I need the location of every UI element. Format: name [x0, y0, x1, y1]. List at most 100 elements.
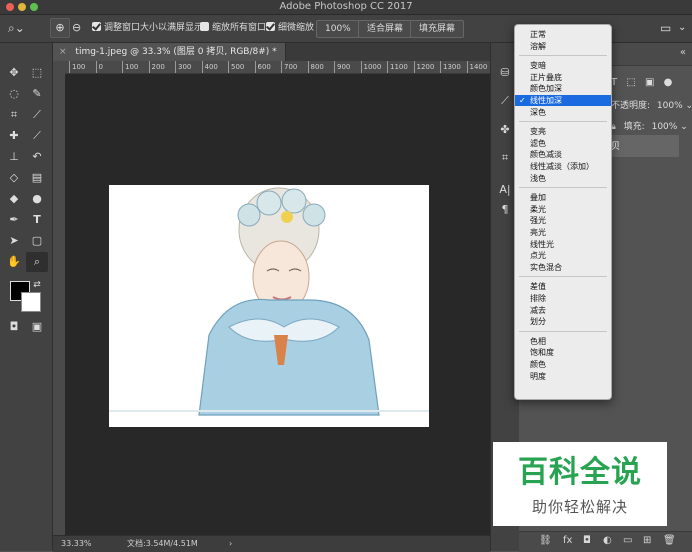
pen-tool-icon[interactable]: ✒ [3, 210, 25, 230]
scrubby-zoom-checkbox[interactable] [266, 22, 275, 31]
blend-mode-item[interactable]: 线性减淡（添加） [515, 161, 611, 172]
blend-mode-label: 饱和度 [530, 348, 554, 358]
filter-toggle-icon[interactable]: ● [664, 77, 673, 88]
status-menu-arrow-icon[interactable]: › [229, 536, 232, 552]
filter-smart-object-icon[interactable]: ▣ [645, 77, 654, 88]
path-selection-tool-icon[interactable]: ➤ [3, 231, 25, 251]
zoom-all-windows-label: 缩放所有窗口 [212, 23, 267, 33]
close-tab-icon[interactable]: × [59, 47, 67, 57]
blend-mode-item[interactable]: 点光 [515, 250, 611, 261]
clone-stamp-tool-icon[interactable]: ⊥ [3, 147, 25, 167]
adjustment-layer-icon[interactable]: ◐ [603, 535, 612, 546]
delete-layer-icon[interactable]: 🗑︎ [663, 535, 676, 546]
layer-style-icon[interactable]: fx [563, 535, 572, 546]
rectangle-tool-icon[interactable]: ▢ [26, 231, 48, 251]
layer-mask-icon[interactable]: ◘ [583, 535, 591, 546]
brush-settings-icon[interactable]: ⟋ [494, 91, 516, 111]
swap-colors-icon[interactable]: ⇄ [26, 275, 48, 295]
type-tool-icon[interactable]: T [26, 210, 48, 230]
zoom-all-windows-checkbox[interactable] [200, 22, 209, 31]
eraser-tool-icon[interactable]: ◇ [3, 168, 25, 188]
opacity-dropdown-icon[interactable]: ⌄ [686, 101, 692, 111]
dodge-tool-icon[interactable]: ● [26, 189, 48, 209]
character-panel-icon[interactable]: A| [494, 180, 516, 200]
zoom-in-icon[interactable]: ⊕ [50, 18, 70, 38]
screen-mode-icon[interactable]: ▣ [26, 317, 48, 337]
zoom-all-windows-option[interactable]: 缩放所有窗口 [200, 20, 266, 36]
blend-mode-item[interactable]: 颜色 [515, 359, 611, 370]
menu-separator [519, 276, 607, 278]
crop-tool-icon[interactable]: ⌗ [3, 105, 25, 125]
blend-mode-item[interactable]: 亮光 [515, 227, 611, 238]
blend-mode-item[interactable]: 正常 [515, 29, 611, 40]
blend-mode-label: 线性加深 [530, 96, 562, 105]
zoom-100-button[interactable]: 100% [316, 20, 360, 38]
resize-windows-checkbox[interactable] [92, 22, 101, 31]
layers-panel-footer: ⛓ fx ◘ ◐ ▭ ⊞ 🗑︎ [519, 531, 692, 552]
blend-mode-item[interactable]: 明度 [515, 371, 611, 382]
blend-mode-item[interactable]: 饱和度 [515, 347, 611, 358]
document-tab-title: timg-1.jpeg @ 33.3% (图层 0 拷贝, RGB/8#) * [75, 47, 277, 57]
canvas-image[interactable] [109, 185, 429, 427]
blend-mode-item[interactable]: 排除 [515, 293, 611, 304]
horizontal-ruler[interactable]: 100 0 100 200 300 400 500 600 700 800 900 1000 1100 1… [65, 61, 490, 74]
adjustments-icon[interactable]: ✤ [494, 120, 516, 140]
gradient-tool-icon[interactable]: ▤ [26, 168, 48, 188]
brush-tool-icon[interactable]: ⟋ [26, 126, 48, 146]
blend-mode-item[interactable]: 叠加 [515, 192, 611, 203]
quick-selection-tool-icon[interactable]: ✎ [26, 84, 48, 104]
blend-mode-item[interactable]: 溶解 [515, 41, 611, 52]
blend-mode-item[interactable]: 颜色减淡 [515, 149, 611, 160]
fill-screen-button[interactable]: 填充屏幕 [410, 20, 465, 38]
paragraph-panel-icon[interactable]: ¶ [494, 200, 516, 220]
blend-mode-item[interactable]: 浅色 [515, 173, 611, 184]
fit-screen-button[interactable]: 适合屏幕 [358, 20, 413, 38]
eyedropper-tool-icon[interactable]: ⟋ [26, 105, 48, 125]
blend-mode-item[interactable]: 划分 [515, 316, 611, 327]
blend-mode-item[interactable]: 滤色 [515, 138, 611, 149]
lasso-tool-icon[interactable]: ◌ [3, 84, 25, 104]
blend-mode-item[interactable]: 实色混合 [515, 262, 611, 273]
blend-mode-item[interactable]: 差值 [515, 281, 611, 292]
blend-mode-item[interactable]: 线性光 [515, 239, 611, 250]
blend-mode-item[interactable]: 强光 [515, 215, 611, 226]
blend-mode-item[interactable]: 变亮 [515, 126, 611, 137]
document-tab[interactable]: × timg-1.jpeg @ 33.3% (图层 0 拷贝, RGB/8#) … [53, 43, 286, 61]
blur-tool-icon[interactable]: ◆ [3, 189, 25, 209]
quick-mask-icon[interactable]: ◘ [3, 317, 25, 337]
blend-mode-item[interactable]: 深色 [515, 107, 611, 118]
link-layers-icon[interactable]: ⛓ [539, 535, 552, 546]
zoom-tool-preset-icon[interactable]: ⌕⌄ [8, 20, 25, 36]
filter-shape-icon[interactable]: ⬚ [626, 77, 635, 88]
new-group-icon[interactable]: ▭ [623, 535, 632, 546]
workspace-menu-icon[interactable]: ⌄ [678, 20, 686, 36]
history-panel-icon[interactable]: ⛁ [494, 63, 516, 83]
blend-mode-item[interactable]: 色相 [515, 336, 611, 347]
ruler-origin[interactable] [53, 61, 65, 73]
fill-input[interactable]: 100% [652, 122, 678, 132]
move-tool-icon[interactable]: ✥ [3, 63, 25, 83]
properties-icon[interactable]: ⌗ [494, 148, 516, 168]
hand-tool-icon[interactable]: ✋ [3, 252, 25, 272]
blend-mode-item[interactable]: 减去 [515, 305, 611, 316]
healing-brush-tool-icon[interactable]: ✚ [3, 126, 25, 146]
blend-mode-item[interactable]: ✓ 线性加深 [515, 95, 611, 106]
ruler-tick-label: 100 [122, 61, 138, 73]
history-brush-tool-icon[interactable]: ↶ [26, 147, 48, 167]
blend-mode-item[interactable]: 柔光 [515, 204, 611, 215]
blend-mode-item[interactable]: 颜色加深 [515, 83, 611, 94]
zoom-tool-icon[interactable]: ⌕ [26, 252, 48, 272]
blend-mode-item[interactable]: 变暗 [515, 60, 611, 71]
panel-collapse-icon[interactable]: « [680, 47, 686, 58]
zoom-out-icon[interactable]: ⊖ [72, 20, 81, 36]
scrubby-zoom-option[interactable]: 细微缩放 [266, 20, 314, 36]
opacity-input[interactable]: 100% [657, 101, 683, 111]
background-color-swatch[interactable] [21, 292, 41, 312]
new-layer-icon[interactable]: ⊞ [643, 535, 651, 546]
blend-mode-item[interactable]: 正片叠底 [515, 72, 611, 83]
workspace-icon[interactable]: ▭ [660, 20, 671, 36]
resize-windows-option[interactable]: 调整窗口大小以满屏显示 [92, 20, 203, 36]
fill-dropdown-icon[interactable]: ⌄ [680, 122, 688, 132]
zoom-level[interactable]: 33.33% [61, 536, 92, 552]
marquee-tool-icon[interactable]: ⬚ [26, 63, 48, 83]
